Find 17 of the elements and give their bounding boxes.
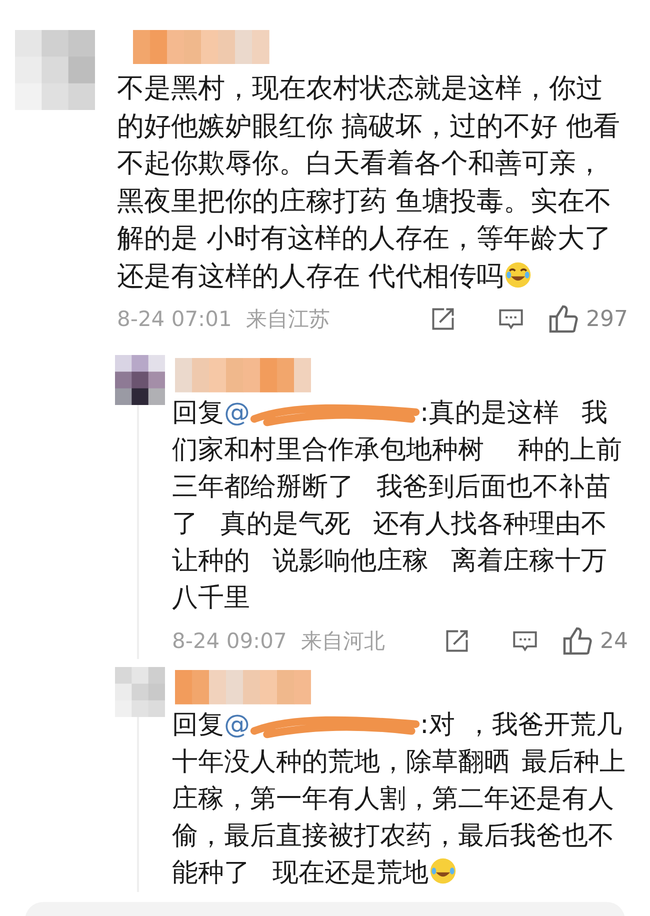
share-icon[interactable] [430,306,456,332]
thumbs-up-icon[interactable] [548,304,578,334]
comment-location: 来自河北 [300,628,385,655]
thumbs-up-icon[interactable] [562,626,592,656]
mention-link[interactable]: @ [224,710,250,740]
comment-location: 来自江苏 [246,306,330,333]
share-icon[interactable] [444,628,470,654]
comment-time: 8-24 07:01 [117,307,232,331]
laughing-face-icon [428,857,457,885]
laughing-face-icon [504,260,532,288]
like-count: 24 [600,628,628,654]
comment-text: 不是黑村，现在农村状态就是这样，你过的好他嫉妒眼红你 搞破坏，过的不好 他看不起你欺辱你。白天看着各个和善可亲，黑夜里把你的庄稼打药 鱼塘投毒。实在不解的是 小时有这样的人存在，等年龄大了还是有这样的人存在 代代相传吗 [117,72,622,294]
mention-link[interactable]: @ [224,398,250,428]
reply-text: 回复@ :真的是这样 我们家和村里合作承包地种树 种的上前三年都给掰断了 我爸到后面也不补苗了 真的是气死 还有人找各种理由不让种的 说影响他庄稼 离着庄稼十万八千里 [172,397,623,615]
reply-text: 回复@ :对 ，我爸开荒几十年没人种的荒地，除草翻晒 最后种上庄稼，第一年有人割，第二年还是有人偷，最后直接被打农药，最后我爸也不能种了 现在还是荒地 [172,709,626,890]
comment-time: 8-24 09:07 [172,629,287,653]
like-count: 297 [586,306,628,332]
